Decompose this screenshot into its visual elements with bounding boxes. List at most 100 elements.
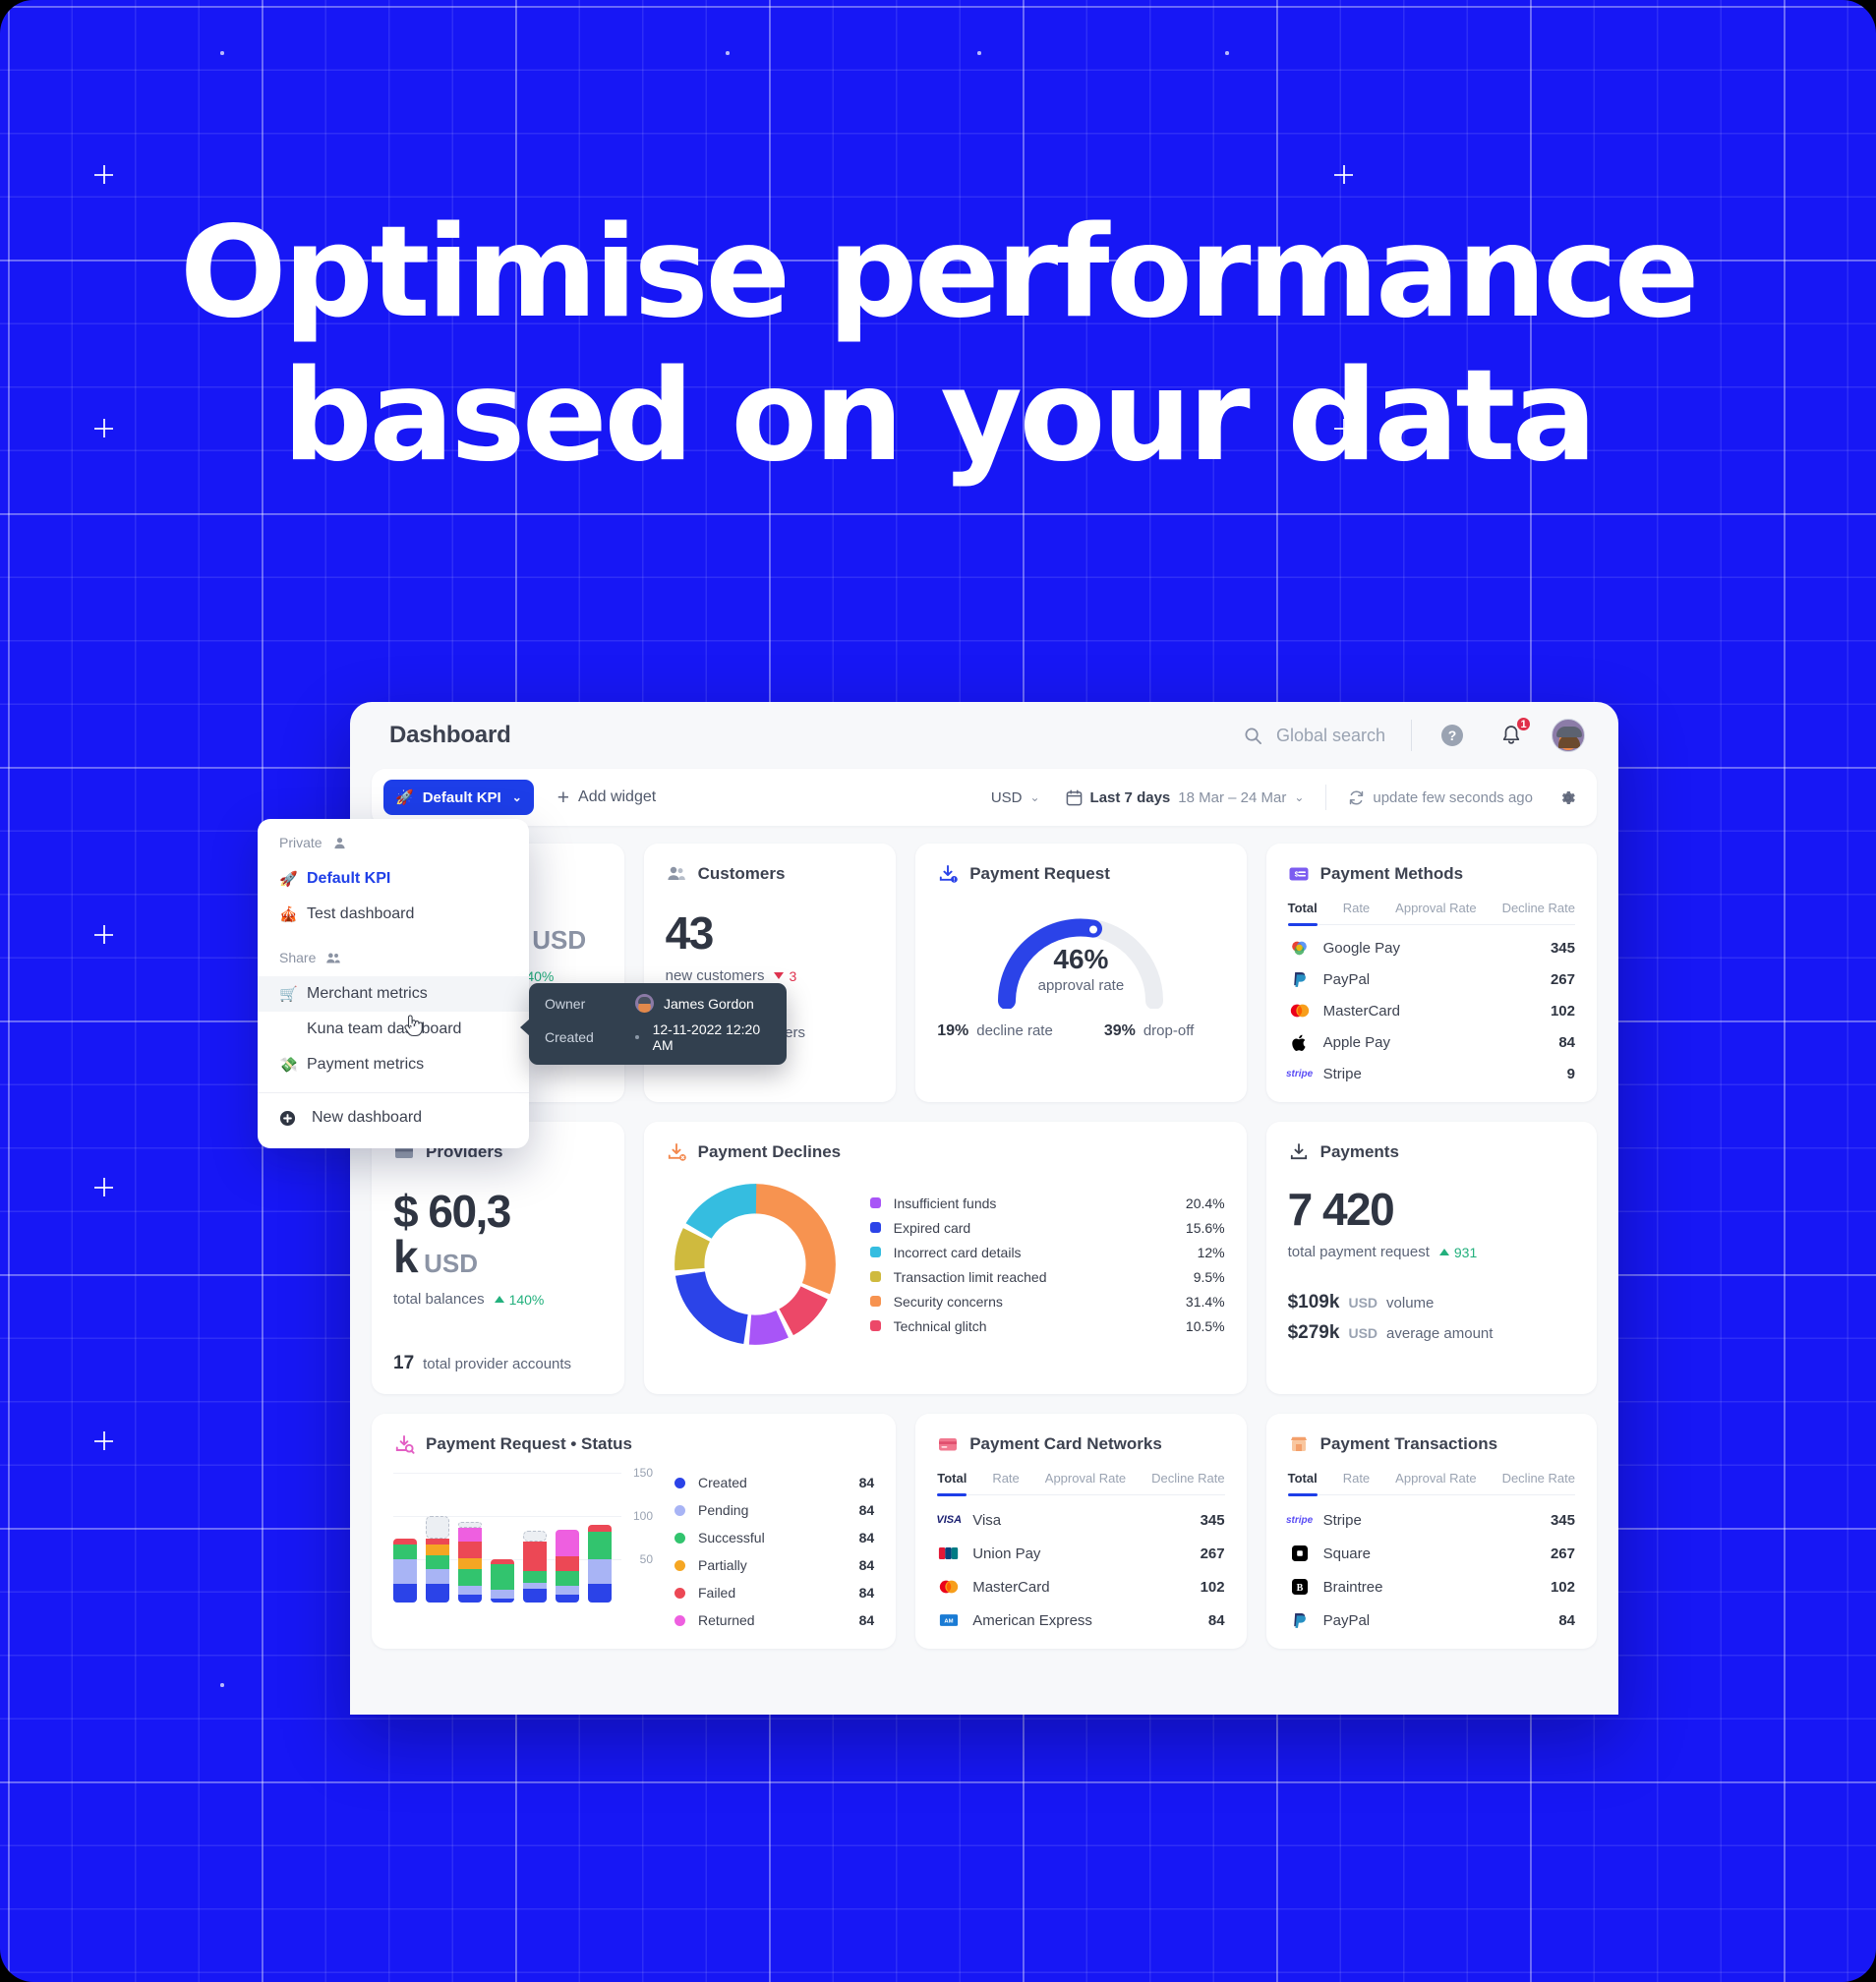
avatar[interactable] <box>1552 719 1585 752</box>
svg-text:B: B <box>1296 1583 1303 1594</box>
tab-total[interactable]: Total <box>1287 1471 1318 1496</box>
widget-payment-request[interactable]: ! Payment Request 46% approval rate 19% … <box>915 844 1247 1102</box>
kpi-selector-button[interactable]: 🚀 Default KPI ⌄ <box>383 780 534 815</box>
widget-payment-declines[interactable]: Payment Declines Insufficient funds 20.4… <box>643 1122 1247 1394</box>
provider-value: 345 <box>1550 1511 1575 1529</box>
menu-item-payment-metrics[interactable]: 💸 Payment metrics <box>258 1047 529 1082</box>
method-name: MasterCard <box>1322 1002 1400 1020</box>
dashboard-title: Dashboard <box>389 722 511 748</box>
search-placeholder-text: Global search <box>1275 725 1385 745</box>
widget-providers[interactable]: Providers $ 60,3 k USD total balances 140… <box>372 1122 624 1394</box>
tab-rate[interactable]: Rate <box>1343 1471 1370 1494</box>
list-item[interactable]: stripe Stripe 345 <box>1286 1511 1575 1529</box>
square-logo <box>1288 1545 1312 1562</box>
list-item[interactable]: Union Pay 267 <box>937 1545 1225 1562</box>
widget-header: Payment Transactions <box>1288 1433 1575 1455</box>
widget-payment-transactions[interactable]: Payment Transactions Total Rate Approval… <box>1265 1414 1597 1649</box>
menu-section-share: Share <box>258 950 529 965</box>
provider-value: 84 <box>1558 1611 1575 1629</box>
legend-item: Failed 84 <box>674 1585 874 1601</box>
legend-item: Incorrect card details 12% <box>869 1245 1225 1260</box>
add-widget-button[interactable]: + Add widget <box>557 787 656 808</box>
gauge-percent: 46% <box>1053 944 1109 974</box>
widget-payment-methods[interactable]: $ Payment Methods Total Rate Approval Ra… <box>1265 844 1597 1102</box>
bar-column <box>393 1539 417 1603</box>
list-item[interactable]: Square 267 <box>1288 1545 1575 1562</box>
mastercard-logo <box>937 1578 961 1596</box>
y-tick: 100 <box>632 1509 653 1523</box>
tab-decline-rate[interactable]: Decline Rate <box>1151 1471 1224 1494</box>
merchants-currency: USD <box>532 925 587 955</box>
payment-declines-icon <box>668 1143 686 1161</box>
toolbar-right: USD ⌄ Last 7 days 18 Mar – 24 Mar ⌄ upda… <box>991 785 1577 810</box>
payments-average-row: $279k USD average amount <box>1287 1322 1494 1343</box>
approval-rate-gauge: 46% approval rate <box>937 903 1224 1009</box>
list-item[interactable]: Google Pay 345 <box>1288 939 1575 957</box>
list-item[interactable]: AM American Express 84 <box>937 1611 1225 1629</box>
menu-item-merchant-metrics[interactable]: 🛒 Merchant metrics <box>258 976 529 1012</box>
date-range-selector[interactable]: Last 7 days 18 Mar – 24 Mar ⌄ <box>1066 789 1304 806</box>
tab-rate[interactable]: Rate <box>992 1471 1019 1494</box>
tab-approval-rate[interactable]: Approval Rate <box>1395 901 1476 924</box>
tab-decline-rate[interactable]: Decline Rate <box>1502 901 1575 924</box>
list-item[interactable]: B Braintree 102 <box>1288 1578 1575 1596</box>
method-name: Google Pay <box>1322 939 1400 957</box>
svg-text:AM: AM <box>945 1619 954 1625</box>
transactions-list: stripe Stripe 345 Square 267 B Braintree… <box>1286 1511 1575 1629</box>
list-item[interactable]: stripe Stripe 9 <box>1286 1065 1575 1082</box>
tab-total[interactable]: Total <box>937 1471 967 1496</box>
list-item[interactable]: MasterCard 102 <box>1288 1002 1575 1020</box>
widget-payment-card-networks[interactable]: Payment Card Networks Total Rate Approva… <box>915 1414 1247 1649</box>
mouse-cursor-pointer <box>404 1015 423 1037</box>
status-bar-chart: 150 100 50 <box>393 1466 653 1603</box>
list-item[interactable]: VISA Visa 345 <box>936 1511 1224 1529</box>
method-name: PayPal <box>1322 970 1371 988</box>
settings-button[interactable] <box>1558 788 1577 807</box>
cart-icon: 🛒 <box>279 986 298 1003</box>
widget-payments[interactable]: Payments 7 420 total payment request 931… <box>1265 1122 1597 1394</box>
notification-badge: 1 <box>1515 716 1532 732</box>
providers-currency: USD <box>424 1249 478 1278</box>
method-name: Apple Pay <box>1322 1033 1390 1051</box>
list-item[interactable]: Apple Pay 84 <box>1288 1033 1575 1051</box>
money-wings-icon: 💸 <box>279 1057 298 1074</box>
tab-rate[interactable]: Rate <box>1343 901 1370 924</box>
refresh-status[interactable]: update few seconds ago <box>1348 789 1533 806</box>
widget-payment-request-status[interactable]: Payment Request • Status 150 100 50 Crea… <box>372 1414 897 1649</box>
network-value: 84 <box>1207 1611 1225 1629</box>
notifications-button[interactable]: 1 <box>1496 716 1532 750</box>
providers-foot-label: total provider accounts <box>423 1356 572 1372</box>
help-button[interactable]: ? <box>1437 721 1467 750</box>
menu-item-kuna-team-dashboard[interactable]: Kuna team dashboard <box>258 1012 529 1047</box>
y-axis: 150 100 50 <box>623 1466 653 1603</box>
page-title: Optimise performance based on your data <box>0 202 1876 489</box>
widget-title: Payment Methods <box>1319 864 1464 883</box>
tab-decline-rate[interactable]: Decline Rate <box>1502 1471 1575 1494</box>
list-item[interactable]: PayPal 267 <box>1288 970 1575 988</box>
provider-name: Braintree <box>1322 1578 1383 1596</box>
bar-column <box>556 1530 579 1603</box>
menu-item-default-kpi[interactable]: 🚀 Default KPI <box>258 861 529 897</box>
list-item[interactable]: MasterCard 102 <box>937 1578 1225 1596</box>
legend-item: Transaction limit reached 9.5% <box>869 1269 1225 1285</box>
dropoff-stat: 39% drop-off <box>1103 1022 1195 1039</box>
tab-total[interactable]: Total <box>1287 901 1318 926</box>
widget-header: Payment Declines <box>666 1141 1225 1163</box>
search-input[interactable]: Global search <box>1244 726 1385 746</box>
divider <box>1325 785 1327 810</box>
widget-title: Payment Card Networks <box>969 1434 1162 1453</box>
tab-approval-rate[interactable]: Approval Rate <box>1045 1471 1126 1494</box>
tooltip-created-value: 12-11-2022 12:20 AM <box>652 1021 761 1053</box>
method-value: 84 <box>1558 1033 1575 1051</box>
legend-item: Insufficient funds 20.4% <box>869 1195 1225 1211</box>
headline-line-1: Optimise performance <box>179 200 1700 346</box>
currency-selector[interactable]: USD ⌄ <box>991 789 1040 806</box>
plus-circle-icon <box>279 1110 296 1126</box>
hero-canvas: Optimise performance based on your data … <box>0 0 1876 1982</box>
menu-item-new-dashboard[interactable]: New dashboard <box>258 1097 529 1138</box>
tab-approval-rate[interactable]: Approval Rate <box>1395 1471 1476 1494</box>
list-item[interactable]: PayPal 84 <box>1288 1611 1575 1629</box>
menu-divider <box>258 1092 529 1093</box>
menu-item-test-dashboard[interactable]: 🎪 Test dashboard <box>258 897 529 932</box>
bar-column <box>491 1559 514 1603</box>
